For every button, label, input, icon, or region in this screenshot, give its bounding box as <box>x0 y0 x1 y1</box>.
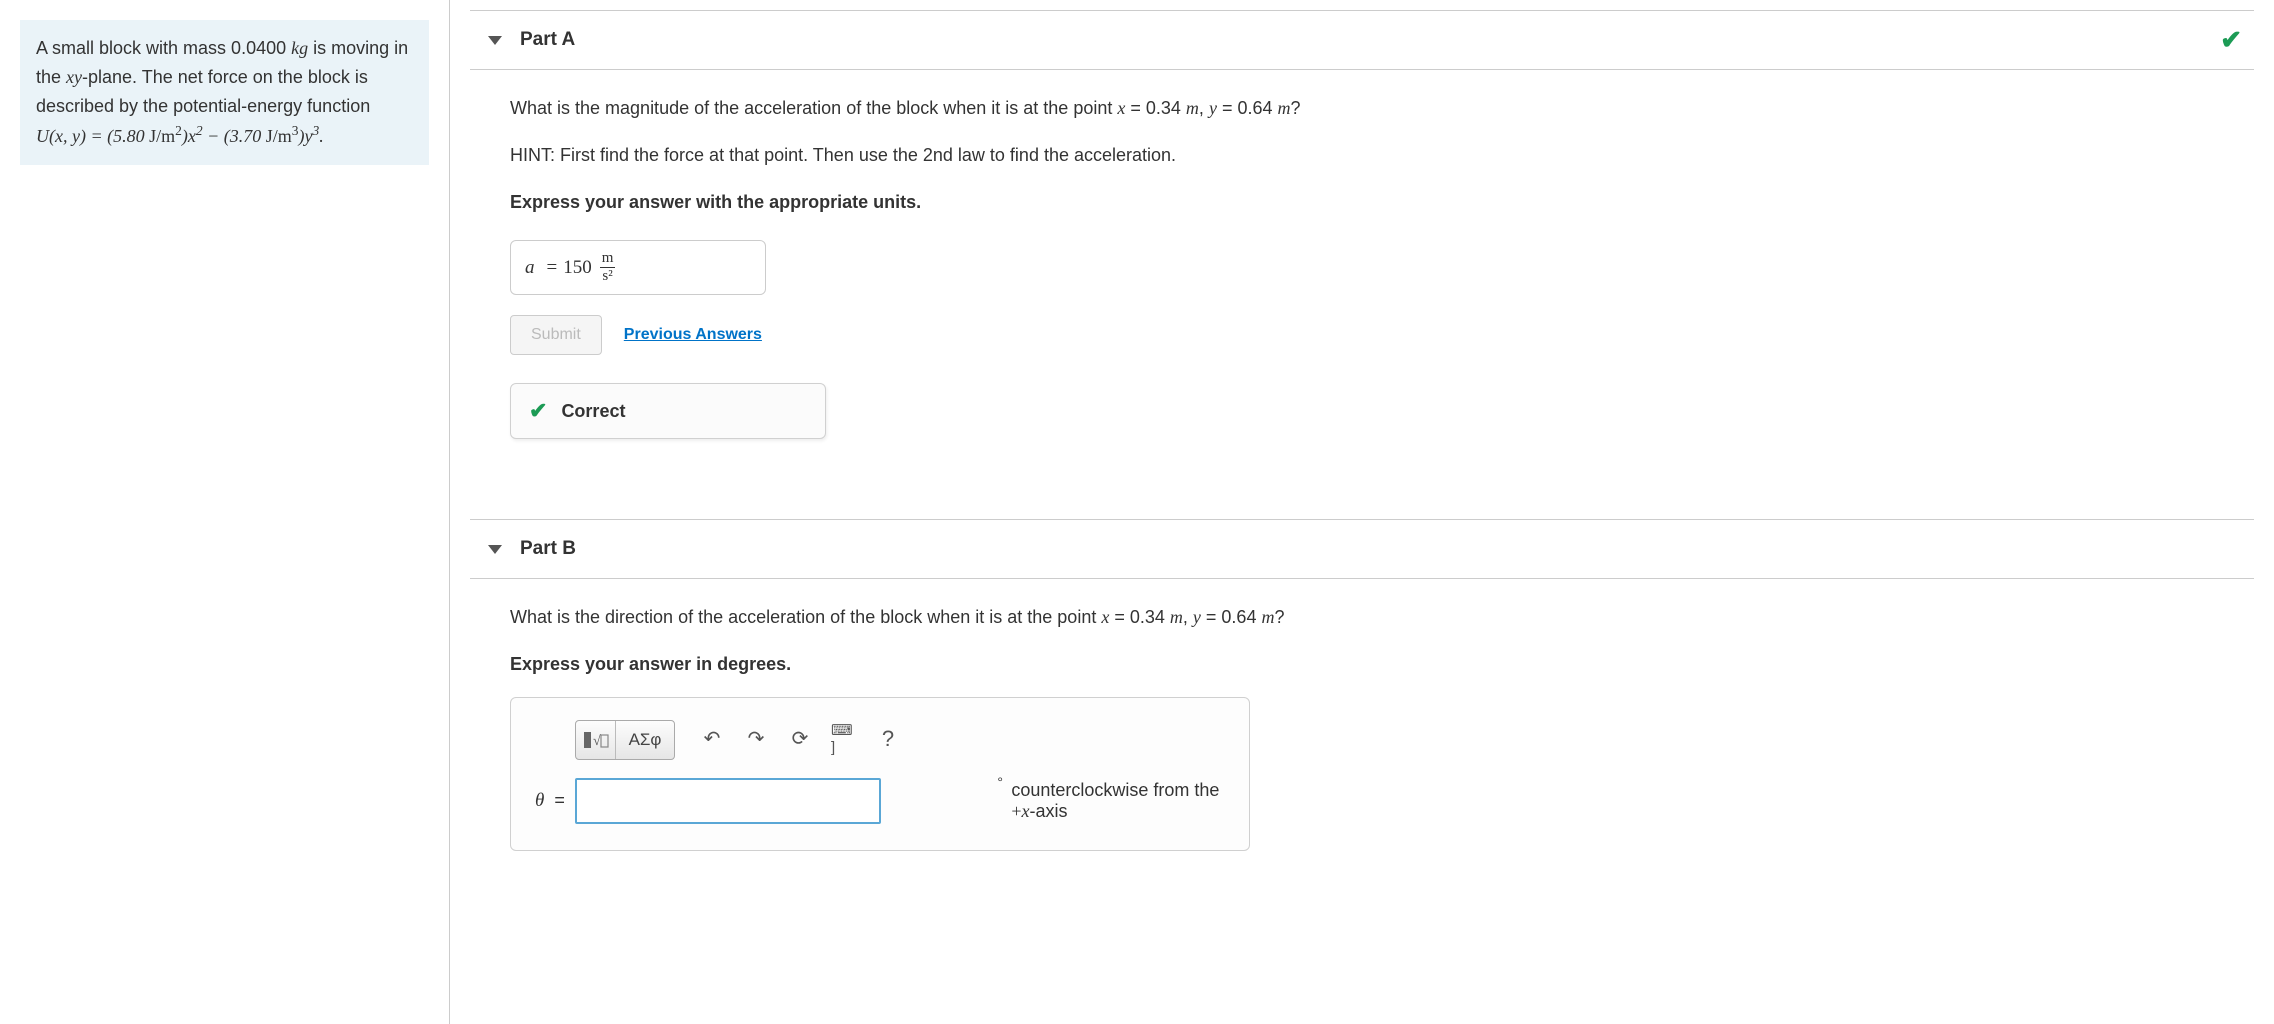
part-b-question: What is the direction of the acceleratio… <box>510 603 2214 632</box>
answer-input-panel: √ ΑΣφ ↶ ↷ ⟳ ⌨ ] ? θ <box>510 697 1250 851</box>
problem-equation: U(x, y) = (5.80 J/m2)x2 − (3.70 J/m3)y3. <box>36 126 324 146</box>
part-a-header[interactable]: Part A ✔ <box>470 10 2254 70</box>
part-a-express: Express your answer with the appropriate… <box>510 188 2214 217</box>
theta-input[interactable] <box>575 778 881 824</box>
answer-eq: = <box>547 257 558 279</box>
main-content: Part A ✔ What is the magnitude of the ac… <box>450 0 2274 1024</box>
theta-label: θ <box>535 790 544 812</box>
reset-icon[interactable]: ⟳ <box>787 726 813 752</box>
collapse-icon <box>488 36 502 45</box>
previous-answers-link[interactable]: Previous Answers <box>624 326 762 344</box>
correct-label: Correct <box>561 401 625 422</box>
redo-icon[interactable]: ↷ <box>743 726 769 752</box>
answer-var: a <box>525 257 535 279</box>
part-b-express: Express your answer in degrees. <box>510 650 2214 679</box>
part-b-body: What is the direction of the acceleratio… <box>470 579 2254 891</box>
answer-value: 150 <box>563 257 592 279</box>
part-a-body: What is the magnitude of the acceleratio… <box>470 70 2254 479</box>
part-b-title: Part B <box>520 538 576 560</box>
correct-feedback: ✔ Correct <box>510 383 826 439</box>
keyboard-icon[interactable]: ⌨ ] <box>831 726 857 752</box>
problem-intro: A small block with mass 0.0400 kg is mov… <box>36 38 408 116</box>
part-a-title: Part A <box>520 29 575 51</box>
equation-toolbar: √ ΑΣφ ↶ ↷ ⟳ ⌨ ] ? <box>575 720 1225 760</box>
problem-statement: A small block with mass 0.0400 kg is mov… <box>20 20 429 165</box>
answer-unit-suffix: ° counterclockwise from the +x-axis <box>1011 780 1225 822</box>
greek-button[interactable]: ΑΣφ <box>616 721 674 759</box>
help-icon[interactable]: ? <box>875 726 901 752</box>
undo-icon[interactable]: ↶ <box>699 726 725 752</box>
check-icon: ✔ <box>2220 25 2242 56</box>
check-icon: ✔ <box>529 398 547 424</box>
part-a-answer-box: a = 150 m s² <box>510 240 766 295</box>
submit-button: Submit <box>510 315 602 355</box>
part-a-question: What is the magnitude of the acceleratio… <box>510 94 2214 123</box>
templates-button[interactable]: √ <box>576 721 616 759</box>
part-b-header[interactable]: Part B <box>470 519 2254 579</box>
answer-unit: m s² <box>600 251 616 284</box>
problem-sidebar: A small block with mass 0.0400 kg is mov… <box>0 0 450 1024</box>
toolbar-templates-group: √ ΑΣφ <box>575 720 675 760</box>
part-a-hint: HINT: First find the force at that point… <box>510 141 2214 170</box>
theta-eq: = <box>554 790 565 811</box>
collapse-icon <box>488 545 502 554</box>
svg-text:√: √ <box>593 734 601 749</box>
